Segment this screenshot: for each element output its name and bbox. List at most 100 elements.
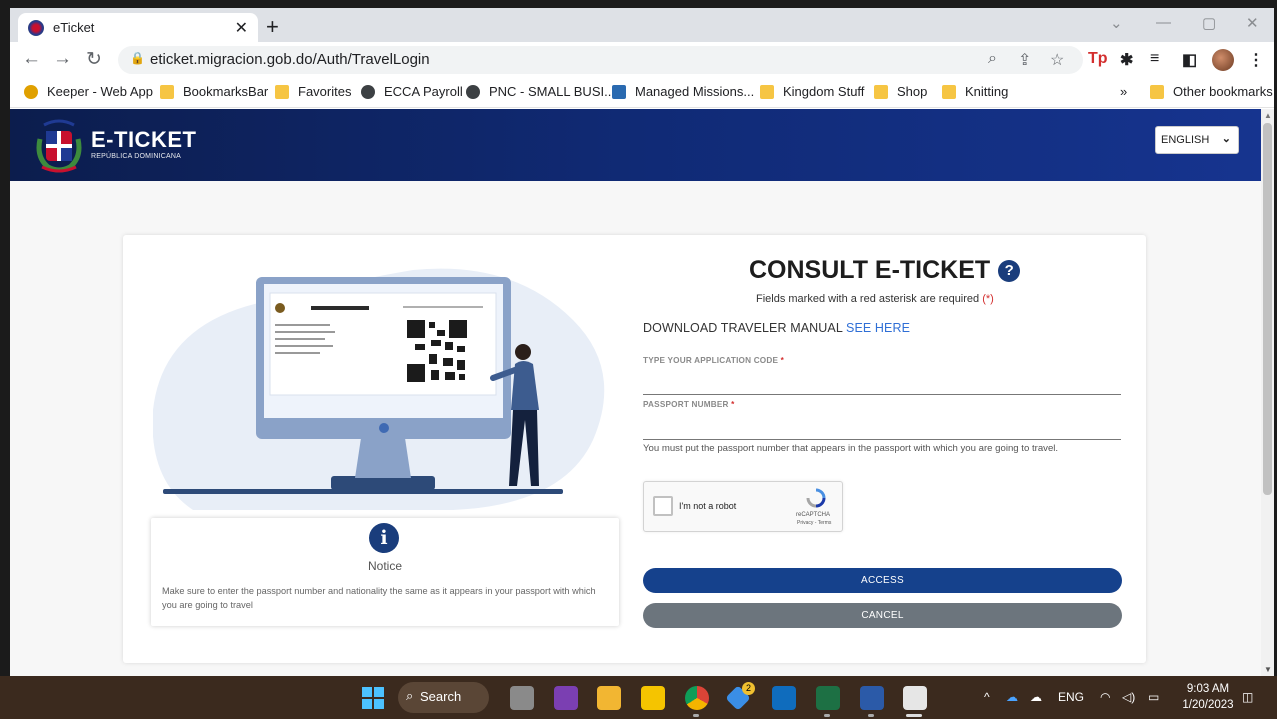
input-language[interactable]: ENG — [1058, 690, 1084, 704]
help-question-icon[interactable]: ? — [998, 259, 1021, 282]
chrome-icon[interactable] — [685, 686, 709, 710]
url-text[interactable]: eticket.migracion.gob.do/Auth/TravelLogi… — [150, 51, 430, 68]
passport-number-input[interactable] — [643, 439, 1121, 440]
bookmark-item[interactable]: Kingdom Stuff — [760, 84, 864, 99]
scroll-down-icon[interactable]: ▼ — [1264, 665, 1272, 674]
bookmark-item[interactable]: BookmarksBar — [160, 84, 268, 99]
login-card: i Notice Make sure to enter the passport… — [123, 235, 1146, 663]
other-bookmarks[interactable]: Other bookmarks — [1150, 84, 1273, 99]
lock-icon: 🔒 — [130, 51, 145, 65]
windows-start-icon[interactable] — [361, 686, 385, 710]
language-select[interactable]: ENGLISH ⌄ — [1155, 126, 1239, 154]
file-explorer-icon[interactable] — [597, 686, 621, 710]
onenote-icon[interactable] — [554, 686, 578, 710]
back-icon[interactable]: ← — [22, 48, 41, 70]
task-view-icon[interactable] — [510, 686, 534, 710]
wifi-icon[interactable]: ◠ — [1100, 690, 1110, 704]
recaptcha-brand: reCAPTCHA — [796, 512, 831, 518]
brand-subtitle: REPÚBLICA DOMINICANA — [91, 153, 181, 160]
globe-icon — [361, 84, 375, 99]
recaptcha-terms[interactable]: Privacy - Terms — [797, 520, 831, 526]
close-tab-icon[interactable]: ✕ — [235, 18, 248, 38]
new-tab-icon[interactable]: + — [266, 14, 279, 40]
see-here-link[interactable]: SEE HERE — [846, 321, 910, 335]
browser-window: eTicket ✕ + ⌄ — ▢ ✕ ← → ↻ 🔒 eticket.migr… — [10, 8, 1274, 676]
eticket-illustration — [153, 268, 605, 510]
outlook-icon[interactable] — [772, 686, 796, 710]
profile-avatar[interactable] — [1212, 49, 1234, 71]
bookmark-item[interactable]: Shop — [874, 84, 927, 99]
traveler-manual: DOWNLOAD TRAVELER MANUAL SEE HERE — [643, 321, 911, 335]
tp-extension-icon[interactable]: Tp — [1088, 50, 1108, 68]
info-icon: i — [369, 523, 399, 553]
brand: E-TICKET REPÚBLICA DOMINICANA — [91, 127, 196, 160]
close-window-icon[interactable]: ✕ — [1246, 14, 1259, 32]
windows-taskbar: ⌕ Search 2 ^ ☁ ☁ ENG ◠ ◁) ▭ 9:03 AM 1/20… — [0, 676, 1277, 719]
access-button[interactable]: ACCESS — [643, 568, 1122, 593]
minimize-icon[interactable]: — — [1156, 14, 1171, 31]
page-content: E-TICKET REPÚBLICA DOMINICANA ENGLISH ⌄ — [10, 109, 1261, 676]
coat-of-arms-icon — [36, 119, 82, 173]
menu-kebab-icon[interactable]: ⋮ — [1248, 50, 1264, 70]
snipping-tool-icon[interactable] — [903, 686, 927, 710]
address-bar[interactable]: 🔒 eticket.migracion.gob.do/Auth/TravelLo… — [118, 46, 1083, 74]
sticky-notes-icon[interactable] — [641, 686, 665, 710]
passport-hint: You must put the passport number that ap… — [643, 443, 1059, 454]
coat-of-arms-favicon-icon — [28, 19, 44, 36]
share-icon[interactable]: ⇪ — [1018, 50, 1031, 70]
side-panel-icon[interactable]: ◧ — [1182, 50, 1197, 70]
tab-strip: eTicket ✕ + ⌄ — ▢ ✕ — [10, 8, 1274, 42]
folder-icon — [1150, 84, 1164, 99]
recaptcha-checkbox[interactable] — [653, 496, 673, 516]
bookmark-item[interactable]: Keeper - Web App — [24, 84, 153, 99]
bookmark-item[interactable]: Knitting — [942, 84, 1008, 99]
notifications-icon[interactable]: ◫ — [1242, 690, 1253, 704]
recaptcha-widget: I'm not a robot reCAPTCHA Privacy - Term… — [643, 481, 843, 532]
bookmark-item[interactable]: ECCA Payroll — [361, 84, 463, 99]
folder-icon — [874, 84, 888, 99]
browser-toolbar: ← → ↻ 🔒 eticket.migracion.gob.do/Auth/Tr… — [10, 42, 1274, 78]
keeper-icon — [24, 84, 38, 99]
forward-icon[interactable]: → — [53, 48, 72, 70]
running-indicator — [824, 714, 830, 717]
application-code-label: TYPE YOUR APPLICATION CODE * — [643, 356, 785, 365]
system-clock[interactable]: 9:03 AM 1/20/2023 — [1180, 681, 1236, 713]
battery-icon[interactable]: ▭ — [1148, 690, 1159, 704]
required-note: Fields marked with a red asterisk are re… — [756, 293, 994, 305]
reading-list-icon[interactable]: ≡ — [1150, 50, 1159, 68]
notice-text: Make sure to enter the passport number a… — [162, 586, 596, 610]
tray-chevron-up-icon[interactable]: ^ — [984, 690, 990, 704]
bookmark-item[interactable]: PNC - SMALL BUSI... — [466, 84, 615, 99]
form-title: CONSULT E-TICKET ? — [749, 256, 1021, 285]
scroll-up-icon[interactable]: ▲ — [1264, 111, 1272, 120]
page-scrollbar[interactable]: ▲ ▼ — [1261, 109, 1274, 676]
reload-icon[interactable]: ↻ — [86, 48, 102, 71]
taskbar-search[interactable]: ⌕ Search — [398, 682, 489, 713]
site-header: E-TICKET REPÚBLICA DOMINICANA ENGLISH ⌄ — [10, 109, 1261, 181]
cloud-icon[interactable]: ☁ — [1030, 690, 1042, 704]
tab-eticket[interactable]: eTicket ✕ — [18, 13, 258, 42]
tab-search-chevron-icon[interactable]: ⌄ — [1110, 14, 1123, 32]
bookmark-item[interactable]: Managed Missions... — [612, 84, 754, 99]
bookmarks-overflow-icon[interactable]: » — [1120, 84, 1127, 99]
bookmark-star-icon[interactable]: ☆ — [1050, 50, 1064, 70]
volume-icon[interactable]: ◁) — [1122, 690, 1135, 704]
recaptcha-label: I'm not a robot — [679, 501, 737, 511]
excel-icon[interactable] — [816, 686, 840, 710]
notice-title: Notice — [367, 559, 402, 573]
zoom-icon[interactable]: ⌕ — [988, 50, 997, 68]
running-indicator — [693, 714, 699, 717]
extensions-puzzle-icon[interactable]: ✱ — [1120, 50, 1133, 70]
cancel-button[interactable]: CANCEL — [643, 603, 1122, 628]
restore-icon[interactable]: ▢ — [1202, 14, 1216, 32]
bookmark-item[interactable]: Favorites — [275, 84, 351, 99]
brand-name: E-TICKET — [91, 127, 197, 152]
folder-icon — [275, 84, 289, 99]
folder-icon — [160, 84, 174, 99]
bookmarks-bar: Keeper - Web App BookmarksBar Favorites … — [10, 78, 1274, 108]
word-icon[interactable] — [860, 686, 884, 710]
passport-number-label: PASSPORT NUMBER * — [643, 400, 735, 409]
onedrive-icon[interactable]: ☁ — [1006, 690, 1018, 704]
scrollbar-thumb[interactable] — [1263, 123, 1272, 495]
application-code-input[interactable] — [643, 394, 1121, 395]
